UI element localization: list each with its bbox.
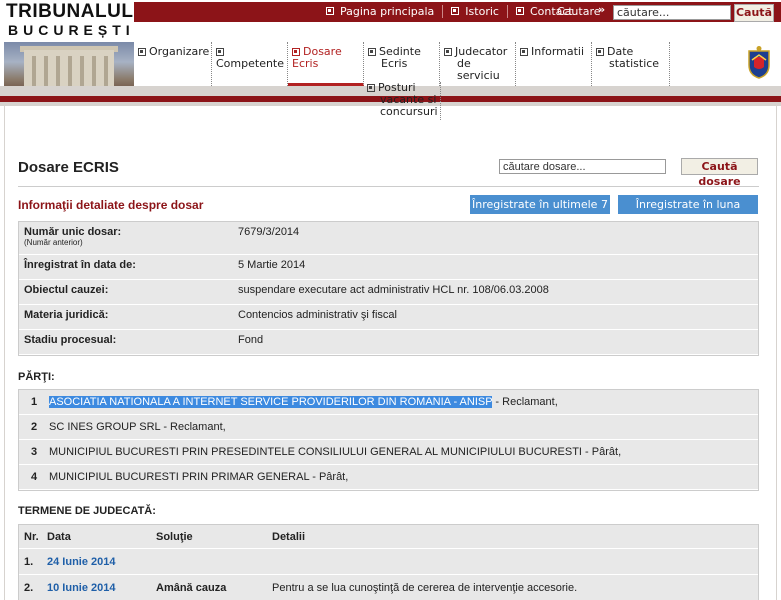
bullet-icon (520, 48, 528, 56)
list-item: 3 MUNICIPIUL BUCURESTI PRIN PRESEDINTELE… (19, 440, 758, 465)
top-search-label: Cautare (557, 5, 601, 18)
nav-sedinte-ecris[interactable]: Sedinte Ecris (364, 42, 440, 86)
hearing-date-link[interactable]: 10 Iunie 2014 (47, 582, 116, 594)
top-links: Pagina principala Istoric Contact (318, 3, 581, 19)
table-row: 2. 10 Iunie 2014 Amână cauza Pentru a se… (19, 575, 758, 600)
top-search-input[interactable] (613, 5, 731, 20)
table-row: 1. 24 Iunie 2014 (19, 549, 758, 575)
court-logo[interactable]: TRIBUNALUL BUCUREȘTI (6, 2, 134, 40)
table-header: Nr. Data Soluţie Detalii (19, 525, 758, 549)
case-search-input[interactable] (499, 159, 666, 174)
bullet-icon (596, 48, 604, 56)
list-item: 2 SC INES GROUP SRL - Reclamant, (19, 415, 758, 440)
parties-list: 1 ASOCIATIA NATIONALA A INTERNET SERVICE… (18, 389, 759, 491)
hearings-table: Nr. Data Soluţie Detalii 1. 24 Iunie 201… (18, 524, 759, 600)
section-title: Informaţii detaliate despre dosar (18, 198, 204, 212)
info-row-stadiu: Stadiu procesual: Fond (19, 330, 758, 355)
logo-line2: BUCUREȘTI (8, 22, 135, 38)
case-info-table: Număr unic dosar: (Număr anterior) 7679/3… (18, 221, 759, 356)
bullet-icon (367, 84, 375, 92)
hearings-heading: TERMENE DE JUDECATĂ: (18, 505, 156, 517)
info-row-date: Înregistrat în data de: 5 Martie 2014 (19, 255, 758, 280)
bullet-icon (368, 48, 376, 56)
list-item: 1 ASOCIATIA NATIONALA A INTERNET SERVICE… (19, 390, 758, 415)
nav-dosare-ecris[interactable]: Dosare Ecris (288, 42, 364, 86)
nav-competente[interactable]: Competente (212, 42, 288, 86)
parties-heading: PĂRŢI: (18, 371, 55, 383)
nav-dropdown-posturi[interactable]: Posturi vacante si concursuri (363, 82, 441, 120)
bullet-icon (292, 48, 300, 56)
bullet-icon (138, 48, 146, 56)
coat-of-arms-icon (748, 46, 770, 79)
info-row-nr: Număr unic dosar: (Număr anterior) 7679/3… (19, 222, 758, 255)
bullet-icon (451, 7, 460, 15)
nav-date-statistice[interactable]: Date statistice (592, 42, 670, 86)
chevron-right-icon: » (598, 3, 606, 16)
bullet-icon (216, 48, 224, 56)
list-item: 4 MUNICIPIUL BUCURESTI PRIN PRIMAR GENER… (19, 465, 758, 490)
info-row-materia: Materia juridică: Contencios administrat… (19, 305, 758, 330)
hearing-date-link[interactable]: 24 Iunie 2014 (47, 556, 116, 568)
bullet-icon (326, 7, 334, 15)
toplink-home[interactable]: Pagina principala (318, 4, 444, 18)
info-row-object: Obiectul cauzei: suspendare executare ac… (19, 280, 758, 305)
toplink-istoric[interactable]: Istoric (443, 4, 508, 18)
top-search-button[interactable]: Caută (734, 4, 774, 22)
bullet-icon (444, 48, 452, 56)
logo-line1: TRIBUNALUL (6, 1, 134, 22)
nav-judecator-serviciu[interactable]: Judecator de serviciu (440, 42, 516, 86)
registered-current-month-button[interactable]: Înregistrate în luna curentă (618, 195, 758, 230)
court-building-image (4, 42, 134, 92)
nav-organizare[interactable]: Organizare (134, 42, 212, 86)
bullet-icon (515, 7, 524, 15)
registered-last-7-days-button[interactable]: Înregistrate în ultimele 7 zile (470, 195, 610, 230)
case-search-button[interactable]: Caută dosare (681, 158, 758, 188)
page-title: Dosare ECRIS (18, 159, 119, 176)
nav-informatii[interactable]: Informatii (516, 42, 592, 86)
